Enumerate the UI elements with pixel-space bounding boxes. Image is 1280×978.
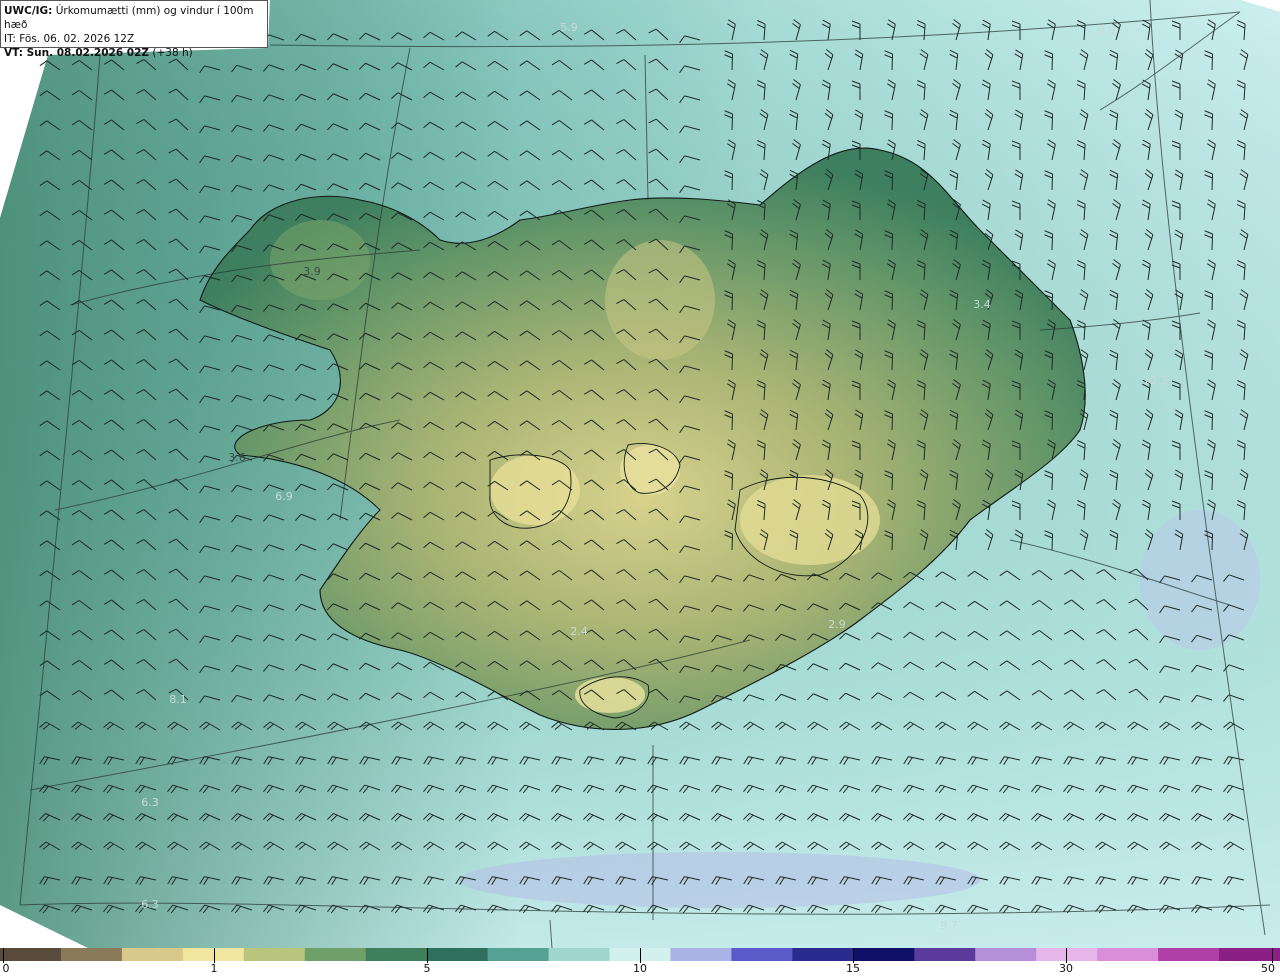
colorbar-tick-label: 50 <box>1261 962 1275 975</box>
colorbar-segment <box>60 948 123 961</box>
colorbar-tick-label: 5 <box>423 962 431 975</box>
value-label: 6.9 <box>275 490 293 503</box>
map-title-box: UWC/IG: Úrkomumætti (mm) og vindur í 100… <box>0 0 268 59</box>
value-label: 2.4 <box>570 625 588 638</box>
colorbar-segment <box>487 948 550 961</box>
colorbar-tick-mark <box>1272 948 1273 963</box>
colorbar-tick-label: 10 <box>633 962 647 975</box>
colorbar-tick-mark <box>214 948 215 963</box>
colorbar-tick-mark <box>427 948 428 963</box>
colorbar-tick-mark <box>640 948 641 963</box>
colorbar-segment <box>304 948 367 961</box>
colorbar-tick-label: 1 <box>210 962 218 975</box>
forecast-map-canvas <box>0 0 1280 948</box>
lead-time: (+38 h) <box>152 47 193 59</box>
issue-time: IT: Fös. 06. 02. 2026 12Z <box>4 33 135 45</box>
colorbar-segment <box>731 948 793 961</box>
colorbar-segment <box>975 948 1037 961</box>
colorbar-segment <box>121 948 184 961</box>
value-label: 9.7 <box>940 919 958 932</box>
colorbar-tick-label: 30 <box>1059 962 1073 975</box>
colorbar-segment <box>1158 948 1220 961</box>
colorbar-segment <box>1219 948 1280 961</box>
value-label: 6.3 <box>141 796 159 809</box>
colorbar-segment <box>914 948 976 961</box>
colorbar-tick-label: 15 <box>846 962 860 975</box>
colorbar-segment <box>853 948 915 961</box>
value-label: 2.9 <box>828 618 846 631</box>
value-label: 8.1 <box>169 693 187 706</box>
colorbar-segment <box>670 948 732 961</box>
colorbar-tick-mark <box>853 948 854 963</box>
valid-time-line: VT: Sun. 08.02.2026 02Z (+38 h) <box>4 46 264 60</box>
colorbar-segment <box>243 948 306 961</box>
title-line: UWC/IG: Úrkomumætti (mm) og vindur í 100… <box>4 4 264 32</box>
colorbar-segment <box>548 948 611 961</box>
value-label: 3.6 <box>228 451 246 464</box>
value-label: 9.9 <box>1098 24 1116 37</box>
value-label: 6.3 <box>141 898 159 911</box>
colorbar-tick-mark <box>1066 948 1067 963</box>
forecast-map <box>0 0 1280 948</box>
colorbar-segment <box>365 948 428 961</box>
colorbar-tick-mark <box>3 948 4 963</box>
value-label: 5.9 <box>560 21 578 34</box>
value-label: 3.4 <box>973 298 991 311</box>
colorbar-segment <box>1097 948 1159 961</box>
valid-time: VT: Sun. 08.02.2026 02Z <box>4 47 150 59</box>
product-code: UWC/IG: <box>4 5 53 17</box>
colorbar-segment <box>792 948 854 961</box>
value-label: 3.9 <box>303 265 321 278</box>
value-label: 10.3 <box>1142 374 1168 387</box>
colorbar-segment <box>0 948 62 961</box>
colorbar-segment <box>426 948 489 961</box>
colorbar-tick-label: 0 <box>2 962 10 975</box>
